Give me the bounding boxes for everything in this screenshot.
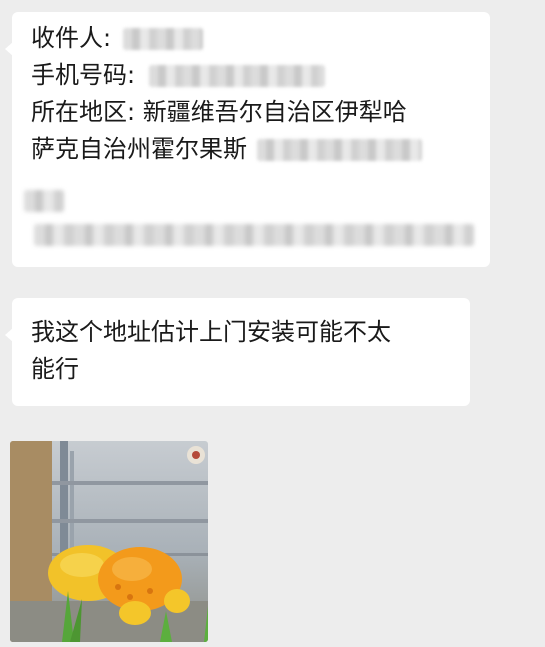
message-line: 我这个地址估计上门安装可能不太 bbox=[31, 318, 391, 346]
chat-view: { "messages": [ { "id": "address", "line… bbox=[0, 0, 545, 647]
message-line: 能行 bbox=[31, 355, 79, 383]
recipient-redacted bbox=[122, 28, 203, 50]
phone-redacted bbox=[148, 65, 325, 87]
message-bubble-address[interactable]: 收件人: 手机号码: 所在地区: 新疆维吾尔自治区伊犁哈 萨克自治州霍尔果斯 bbox=[5, 12, 490, 267]
region-value-continued: 萨克自治州霍尔果斯 bbox=[31, 135, 247, 163]
image-message[interactable] bbox=[10, 441, 208, 642]
recipient-line: 收件人: bbox=[31, 20, 490, 57]
region-line-continued: 萨克自治州霍尔果斯 bbox=[31, 131, 490, 168]
address-redacted-line bbox=[24, 190, 64, 212]
region-value: 新疆维吾尔自治区伊犁哈 bbox=[142, 98, 407, 126]
address-redacted bbox=[256, 139, 422, 161]
phone-label: 手机号码: bbox=[31, 61, 136, 89]
region-line: 所在地区: 新疆维吾尔自治区伊犁哈 bbox=[31, 94, 490, 131]
phone-line: 手机号码: bbox=[31, 57, 490, 94]
recipient-label: 收件人: bbox=[31, 24, 112, 52]
region-label: 所在地区: bbox=[31, 98, 136, 126]
address-redacted-line bbox=[34, 224, 474, 246]
cartoon-character-image bbox=[10, 441, 208, 642]
message-bubble-text[interactable]: 我这个地址估计上门安装可能不太 能行 bbox=[5, 298, 470, 406]
